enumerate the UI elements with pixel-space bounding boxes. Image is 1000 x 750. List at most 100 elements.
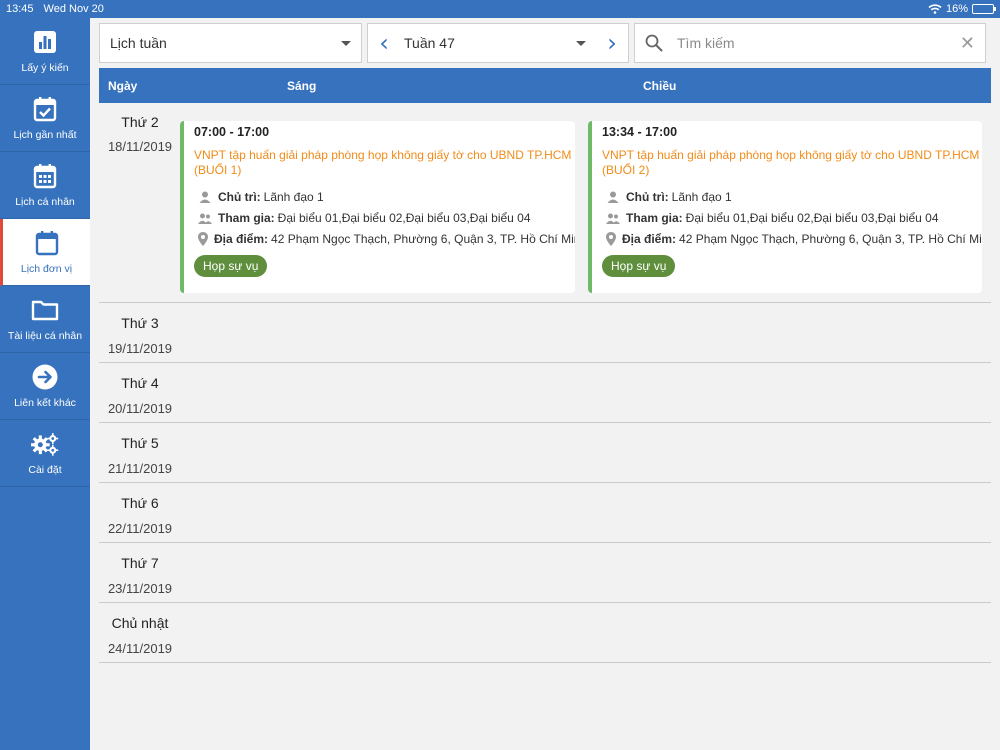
event-participants-value: Đại biểu 01,Đại biểu 02,Đại biểu 03,Đại … [277, 210, 531, 225]
event-host: Chủ trì: Lãnh đạo 1 [194, 189, 575, 204]
event-host: Chủ trì: Lãnh đạo 1 [602, 189, 982, 204]
day-date: 23/11/2019 [107, 581, 173, 596]
people-icon [198, 211, 212, 225]
event-card[interactable]: 13:34 - 17:00 VNPT tập huấn giải pháp ph… [588, 121, 982, 293]
person-icon [198, 190, 212, 204]
day-date: 21/11/2019 [107, 461, 173, 476]
day-row: Thứ 7 23/11/2019 [99, 543, 991, 603]
day-name: Chủ nhật [111, 615, 169, 631]
day-name: Thứ 6 [121, 495, 159, 511]
day-name: Thứ 4 [121, 375, 159, 391]
event-title-line: VNPT tập huấn giải pháp phòng họp không … [602, 148, 982, 162]
sidebar-item-label: Lấy ý kiến [21, 62, 69, 74]
event-host-value: Lãnh đạo 1 [671, 189, 732, 204]
view-select[interactable]: Lịch tuần [99, 23, 362, 63]
day-row: Thứ 2 18/11/2019 07:00 - 17:00 VNPT tập … [99, 103, 991, 303]
close-icon[interactable]: ✕ [960, 33, 975, 54]
status-right: 16% [928, 3, 996, 15]
location-pin-icon [198, 231, 208, 246]
arrow-right-circle-icon [31, 363, 59, 391]
sidebar-item-label: Lịch cá nhân [15, 196, 75, 208]
event-participants-value: Đại biểu 01,Đại biểu 02,Đại biểu 03,Đại … [685, 210, 939, 225]
sidebar-item-cai-dat[interactable]: Cài đặt [0, 420, 90, 487]
event-type-badge: Họp sự vụ [194, 255, 268, 277]
event-location-label: Địa điểm: [622, 231, 677, 246]
people-icon [606, 211, 620, 225]
sidebar-item-label: Lịch gần nhất [13, 129, 77, 141]
event-location-value: 42 Phạm Ngọc Thạch, Phường 6, Quận 3, TP… [271, 231, 575, 246]
schedule-rows: Thứ 2 18/11/2019 07:00 - 17:00 VNPT tập … [99, 103, 991, 663]
sidebar-item-tai-lieu-ca-nhan[interactable]: Tài liệu cá nhân [0, 286, 90, 353]
event-host-label: Chủ trì: [218, 189, 261, 204]
day-row: Thứ 4 20/11/2019 [99, 363, 991, 423]
day-date: 22/11/2019 [107, 521, 173, 536]
sidebar: Lấy ý kiến Lịch gần nhất Lịch cá nhân Lị… [0, 18, 90, 750]
search-input[interactable] [677, 35, 950, 51]
week-select-value: Tuần 47 [404, 35, 455, 51]
day-row: Thứ 3 19/11/2019 [99, 303, 991, 363]
event-location: Địa điểm: 42 Phạm Ngọc Thạch, Phường 6, … [602, 231, 982, 246]
battery-icon [972, 4, 996, 14]
main-content: Lịch tuần ‹ Tuần 47 › ✕ Ngày Sáng Chiều … [90, 18, 1000, 750]
day-row: Thứ 6 22/11/2019 [99, 483, 991, 543]
table-header: Ngày Sáng Chiều [99, 68, 991, 103]
day-date: 19/11/2019 [107, 341, 173, 356]
event-title-line: VNPT tập huấn giải pháp phòng họp không … [194, 148, 575, 162]
day-date: 20/11/2019 [107, 401, 173, 416]
gears-icon [31, 430, 59, 458]
event-title[interactable]: VNPT tập huấn giải pháp phòng họp không … [194, 148, 575, 178]
status-bar: 13:45 Wed Nov 20 16% [0, 0, 1000, 18]
event-location-value: 42 Phạm Ngọc Thạch, Phường 6, Quận 3, TP… [679, 231, 982, 246]
folder-icon [31, 296, 59, 324]
toolbar: Lịch tuần ‹ Tuần 47 › ✕ [99, 23, 987, 63]
day-date: 24/11/2019 [107, 641, 173, 656]
event-participants: Tham gia: Đại biểu 01,Đại biểu 02,Đại bi… [194, 210, 575, 225]
sidebar-item-label: Lịch đơn vị [20, 263, 73, 275]
status-date: Wed Nov 20 [43, 3, 104, 15]
event-participants-label: Tham gia: [218, 210, 275, 225]
chevron-down-icon [576, 40, 586, 46]
event-participants: Tham gia: Đại biểu 01,Đại biểu 02,Đại bi… [602, 210, 982, 225]
sidebar-item-lich-gan-nhat[interactable]: Lịch gần nhất [0, 85, 90, 152]
calendar-icon [33, 229, 61, 257]
header-day: Ngày [108, 79, 138, 93]
event-title-line: (BUỔI 1) [194, 163, 242, 177]
status-time: 13:45 [6, 3, 34, 15]
event-host-value: Lãnh đạo 1 [263, 189, 324, 204]
header-morning: Sáng [287, 79, 317, 93]
day-name: Thứ 3 [121, 315, 159, 331]
view-select-value: Lịch tuần [110, 35, 167, 51]
search-box: ✕ [634, 23, 986, 63]
sidebar-item-label: Cài đặt [28, 464, 62, 476]
event-time: 07:00 - 17:00 [194, 125, 270, 139]
event-card[interactable]: 07:00 - 17:00 VNPT tập huấn giải pháp ph… [180, 121, 575, 293]
event-location: Địa điểm: 42 Phạm Ngọc Thạch, Phường 6, … [194, 231, 575, 246]
event-host-label: Chủ trì: [626, 189, 669, 204]
sidebar-item-lay-y-kien[interactable]: Lấy ý kiến [0, 18, 90, 85]
wifi-icon [928, 4, 942, 14]
event-title[interactable]: VNPT tập huấn giải pháp phòng họp không … [602, 148, 982, 178]
chevron-down-icon [341, 40, 351, 46]
day-name: Thứ 2 [121, 114, 159, 130]
sidebar-item-label: Liên kết khác [14, 397, 76, 409]
day-name: Thứ 7 [121, 555, 159, 571]
header-afternoon: Chiều [643, 79, 677, 93]
sidebar-item-lich-ca-nhan[interactable]: Lịch cá nhân [0, 152, 90, 219]
week-select[interactable]: ‹ Tuần 47 › [367, 23, 629, 63]
person-icon [606, 190, 620, 204]
event-type-badge: Họp sự vụ [602, 255, 676, 277]
sidebar-item-lien-ket-khac[interactable]: Liên kết khác [0, 353, 90, 420]
location-pin-icon [606, 231, 616, 246]
chevron-left-icon[interactable]: ‹ [374, 31, 394, 55]
battery-percent: 16% [945, 3, 968, 15]
day-row: Thứ 5 21/11/2019 [99, 423, 991, 483]
sidebar-item-label: Tài liệu cá nhân [7, 330, 83, 342]
day-row: Chủ nhật 24/11/2019 [99, 603, 991, 663]
sidebar-item-lich-don-vi[interactable]: Lịch đơn vị [0, 219, 90, 286]
event-title-line: (BUỔI 2) [602, 163, 650, 177]
chevron-right-icon[interactable]: › [602, 31, 622, 55]
bar-chart-icon [31, 28, 59, 56]
day-name: Thứ 5 [121, 435, 159, 451]
calendar-grid-icon [31, 162, 59, 190]
event-location-label: Địa điểm: [214, 231, 269, 246]
